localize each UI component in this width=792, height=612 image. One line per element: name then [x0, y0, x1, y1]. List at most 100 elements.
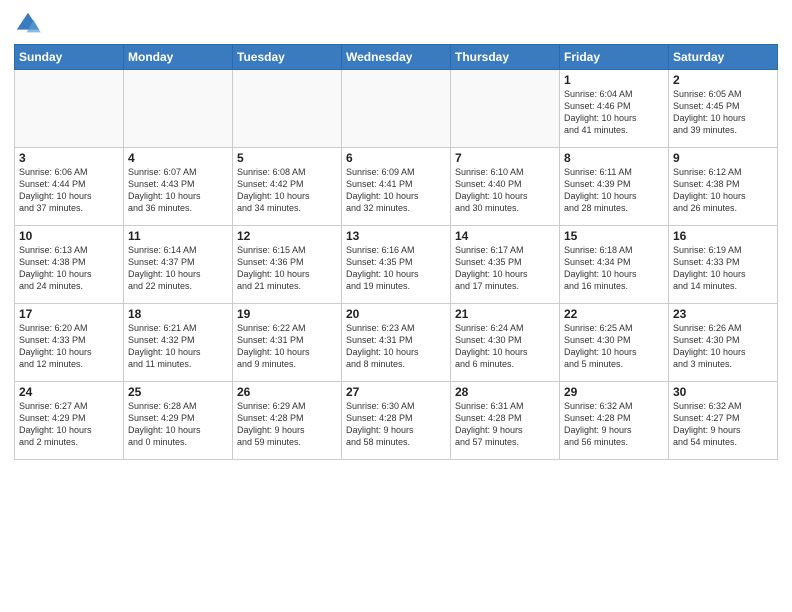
calendar-cell	[15, 70, 124, 148]
calendar-cell: 11Sunrise: 6:14 AM Sunset: 4:37 PM Dayli…	[124, 226, 233, 304]
calendar-cell: 22Sunrise: 6:25 AM Sunset: 4:30 PM Dayli…	[560, 304, 669, 382]
day-number: 12	[237, 229, 337, 243]
day-info: Sunrise: 6:08 AM Sunset: 4:42 PM Dayligh…	[237, 166, 337, 215]
day-number: 11	[128, 229, 228, 243]
day-info: Sunrise: 6:17 AM Sunset: 4:35 PM Dayligh…	[455, 244, 555, 293]
day-info: Sunrise: 6:05 AM Sunset: 4:45 PM Dayligh…	[673, 88, 773, 137]
day-info: Sunrise: 6:32 AM Sunset: 4:28 PM Dayligh…	[564, 400, 664, 449]
calendar-cell: 12Sunrise: 6:15 AM Sunset: 4:36 PM Dayli…	[233, 226, 342, 304]
day-number: 20	[346, 307, 446, 321]
day-info: Sunrise: 6:31 AM Sunset: 4:28 PM Dayligh…	[455, 400, 555, 449]
calendar-cell: 15Sunrise: 6:18 AM Sunset: 4:34 PM Dayli…	[560, 226, 669, 304]
logo-icon	[14, 10, 42, 38]
day-number: 13	[346, 229, 446, 243]
calendar-cell: 17Sunrise: 6:20 AM Sunset: 4:33 PM Dayli…	[15, 304, 124, 382]
day-info: Sunrise: 6:20 AM Sunset: 4:33 PM Dayligh…	[19, 322, 119, 371]
calendar-cell: 28Sunrise: 6:31 AM Sunset: 4:28 PM Dayli…	[451, 382, 560, 460]
calendar-cell	[124, 70, 233, 148]
day-info: Sunrise: 6:26 AM Sunset: 4:30 PM Dayligh…	[673, 322, 773, 371]
day-info: Sunrise: 6:21 AM Sunset: 4:32 PM Dayligh…	[128, 322, 228, 371]
calendar-cell	[342, 70, 451, 148]
calendar-cell: 13Sunrise: 6:16 AM Sunset: 4:35 PM Dayli…	[342, 226, 451, 304]
calendar-cell: 7Sunrise: 6:10 AM Sunset: 4:40 PM Daylig…	[451, 148, 560, 226]
calendar-cell: 4Sunrise: 6:07 AM Sunset: 4:43 PM Daylig…	[124, 148, 233, 226]
day-info: Sunrise: 6:12 AM Sunset: 4:38 PM Dayligh…	[673, 166, 773, 215]
day-number: 14	[455, 229, 555, 243]
calendar-cell: 29Sunrise: 6:32 AM Sunset: 4:28 PM Dayli…	[560, 382, 669, 460]
calendar-cell: 1Sunrise: 6:04 AM Sunset: 4:46 PM Daylig…	[560, 70, 669, 148]
day-info: Sunrise: 6:09 AM Sunset: 4:41 PM Dayligh…	[346, 166, 446, 215]
calendar-week-row: 1Sunrise: 6:04 AM Sunset: 4:46 PM Daylig…	[15, 70, 778, 148]
day-info: Sunrise: 6:15 AM Sunset: 4:36 PM Dayligh…	[237, 244, 337, 293]
calendar-cell	[233, 70, 342, 148]
calendar-cell: 21Sunrise: 6:24 AM Sunset: 4:30 PM Dayli…	[451, 304, 560, 382]
day-info: Sunrise: 6:18 AM Sunset: 4:34 PM Dayligh…	[564, 244, 664, 293]
day-number: 10	[19, 229, 119, 243]
day-info: Sunrise: 6:25 AM Sunset: 4:30 PM Dayligh…	[564, 322, 664, 371]
calendar-cell: 20Sunrise: 6:23 AM Sunset: 4:31 PM Dayli…	[342, 304, 451, 382]
day-number: 7	[455, 151, 555, 165]
day-info: Sunrise: 6:11 AM Sunset: 4:39 PM Dayligh…	[564, 166, 664, 215]
calendar-week-row: 10Sunrise: 6:13 AM Sunset: 4:38 PM Dayli…	[15, 226, 778, 304]
calendar-table: SundayMondayTuesdayWednesdayThursdayFrid…	[14, 44, 778, 460]
page-container: SundayMondayTuesdayWednesdayThursdayFrid…	[0, 0, 792, 466]
calendar-cell: 25Sunrise: 6:28 AM Sunset: 4:29 PM Dayli…	[124, 382, 233, 460]
calendar-header-saturday: Saturday	[669, 45, 778, 70]
day-info: Sunrise: 6:32 AM Sunset: 4:27 PM Dayligh…	[673, 400, 773, 449]
calendar-cell: 5Sunrise: 6:08 AM Sunset: 4:42 PM Daylig…	[233, 148, 342, 226]
logo	[14, 10, 46, 38]
calendar-week-row: 17Sunrise: 6:20 AM Sunset: 4:33 PM Dayli…	[15, 304, 778, 382]
day-number: 25	[128, 385, 228, 399]
day-info: Sunrise: 6:28 AM Sunset: 4:29 PM Dayligh…	[128, 400, 228, 449]
day-number: 16	[673, 229, 773, 243]
day-number: 5	[237, 151, 337, 165]
calendar-cell: 30Sunrise: 6:32 AM Sunset: 4:27 PM Dayli…	[669, 382, 778, 460]
day-number: 28	[455, 385, 555, 399]
calendar-cell: 2Sunrise: 6:05 AM Sunset: 4:45 PM Daylig…	[669, 70, 778, 148]
day-number: 9	[673, 151, 773, 165]
calendar-header-wednesday: Wednesday	[342, 45, 451, 70]
calendar-header-tuesday: Tuesday	[233, 45, 342, 70]
day-number: 4	[128, 151, 228, 165]
calendar-header-sunday: Sunday	[15, 45, 124, 70]
day-info: Sunrise: 6:22 AM Sunset: 4:31 PM Dayligh…	[237, 322, 337, 371]
day-info: Sunrise: 6:29 AM Sunset: 4:28 PM Dayligh…	[237, 400, 337, 449]
calendar-cell: 27Sunrise: 6:30 AM Sunset: 4:28 PM Dayli…	[342, 382, 451, 460]
day-number: 30	[673, 385, 773, 399]
day-number: 17	[19, 307, 119, 321]
day-number: 3	[19, 151, 119, 165]
day-number: 19	[237, 307, 337, 321]
day-number: 24	[19, 385, 119, 399]
day-number: 26	[237, 385, 337, 399]
calendar-cell	[451, 70, 560, 148]
day-info: Sunrise: 6:16 AM Sunset: 4:35 PM Dayligh…	[346, 244, 446, 293]
calendar-header-friday: Friday	[560, 45, 669, 70]
calendar-cell: 3Sunrise: 6:06 AM Sunset: 4:44 PM Daylig…	[15, 148, 124, 226]
calendar-cell: 16Sunrise: 6:19 AM Sunset: 4:33 PM Dayli…	[669, 226, 778, 304]
calendar-cell: 9Sunrise: 6:12 AM Sunset: 4:38 PM Daylig…	[669, 148, 778, 226]
calendar-cell: 8Sunrise: 6:11 AM Sunset: 4:39 PM Daylig…	[560, 148, 669, 226]
day-info: Sunrise: 6:23 AM Sunset: 4:31 PM Dayligh…	[346, 322, 446, 371]
day-number: 18	[128, 307, 228, 321]
day-info: Sunrise: 6:24 AM Sunset: 4:30 PM Dayligh…	[455, 322, 555, 371]
day-number: 8	[564, 151, 664, 165]
day-number: 21	[455, 307, 555, 321]
day-number: 15	[564, 229, 664, 243]
day-info: Sunrise: 6:04 AM Sunset: 4:46 PM Dayligh…	[564, 88, 664, 137]
day-info: Sunrise: 6:30 AM Sunset: 4:28 PM Dayligh…	[346, 400, 446, 449]
day-info: Sunrise: 6:14 AM Sunset: 4:37 PM Dayligh…	[128, 244, 228, 293]
calendar-cell: 26Sunrise: 6:29 AM Sunset: 4:28 PM Dayli…	[233, 382, 342, 460]
day-number: 1	[564, 73, 664, 87]
calendar-cell: 19Sunrise: 6:22 AM Sunset: 4:31 PM Dayli…	[233, 304, 342, 382]
calendar-header-thursday: Thursday	[451, 45, 560, 70]
day-info: Sunrise: 6:19 AM Sunset: 4:33 PM Dayligh…	[673, 244, 773, 293]
day-number: 27	[346, 385, 446, 399]
day-number: 2	[673, 73, 773, 87]
calendar-week-row: 24Sunrise: 6:27 AM Sunset: 4:29 PM Dayli…	[15, 382, 778, 460]
calendar-cell: 24Sunrise: 6:27 AM Sunset: 4:29 PM Dayli…	[15, 382, 124, 460]
calendar-cell: 6Sunrise: 6:09 AM Sunset: 4:41 PM Daylig…	[342, 148, 451, 226]
day-number: 22	[564, 307, 664, 321]
calendar-cell: 23Sunrise: 6:26 AM Sunset: 4:30 PM Dayli…	[669, 304, 778, 382]
day-info: Sunrise: 6:07 AM Sunset: 4:43 PM Dayligh…	[128, 166, 228, 215]
day-number: 6	[346, 151, 446, 165]
